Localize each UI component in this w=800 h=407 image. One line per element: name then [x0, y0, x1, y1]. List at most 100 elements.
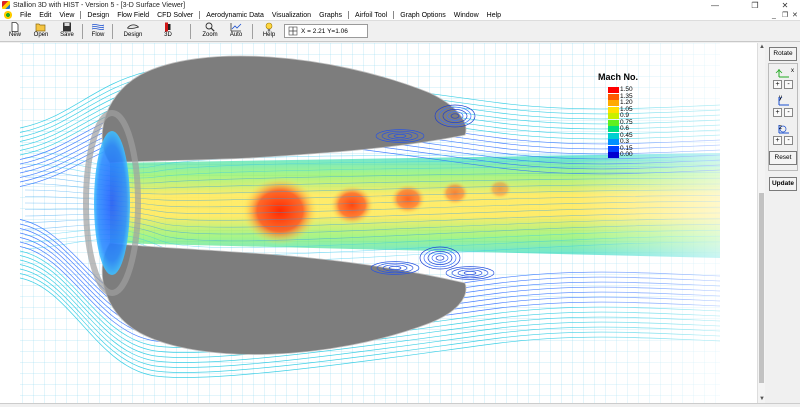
menu-help[interactable]: Help: [483, 10, 505, 21]
menu-bar: File Edit View Design Flow Field CFD Sol…: [0, 10, 800, 21]
auto-button[interactable]: Auto: [226, 22, 246, 41]
flow-button[interactable]: Flow: [88, 22, 108, 41]
zoom-button[interactable]: Zoom: [200, 22, 220, 41]
viewport-fade: [0, 43, 764, 403]
z-axis-control: z + -: [769, 123, 797, 147]
menu-file[interactable]: File: [16, 10, 35, 21]
vertical-scrollbar[interactable]: ▲ ▼: [757, 43, 765, 403]
x-axis-control: x + -: [769, 67, 797, 91]
minimize-button[interactable]: —: [700, 0, 730, 10]
y-axis-icon: [778, 96, 789, 106]
legend-swatch: [608, 106, 619, 113]
coordinate-readout: X = 2.21 Y=1.06: [284, 24, 368, 38]
z-axis-icon: [778, 125, 789, 134]
menu-cfd-solver[interactable]: CFD Solver: [153, 10, 197, 21]
crosshair-icon: [288, 26, 298, 36]
toolbar-separator: [252, 24, 253, 39]
legend-swatch: [608, 87, 619, 93]
legend-swatch: [608, 93, 619, 100]
legend-swatch: [608, 139, 619, 145]
design-label: Design: [123, 32, 143, 38]
mach-legend: Mach No. 1.50 1.35 1.20 1.05 0.9 0.75 0.6 0.45 0…: [598, 72, 648, 164]
save-button[interactable]: Save: [58, 22, 76, 41]
y-rotate-minus-button[interactable]: -: [784, 108, 793, 117]
legend-swatch: [608, 152, 619, 158]
scroll-up-arrow[interactable]: ▲: [758, 43, 766, 51]
menu-separator: [199, 11, 201, 19]
menu-graph-options[interactable]: Graph Options: [396, 10, 450, 21]
save-disk-icon: [63, 22, 71, 32]
menu-design[interactable]: Design: [83, 10, 113, 21]
flow-lines-icon: [92, 24, 104, 30]
application-window: Stallion 3D with HIST - Version 5 - [3-D…: [0, 0, 800, 407]
menu-flow-field[interactable]: Flow Field: [113, 10, 153, 21]
bottom-edge: [0, 403, 800, 407]
reset-button[interactable]: Reset: [769, 151, 797, 165]
update-button[interactable]: Update: [769, 177, 797, 191]
menu-graphs[interactable]: Graphs: [315, 10, 346, 21]
coordinate-text: X = 2.21 Y=1.06: [301, 27, 348, 35]
x-rotate-plus-button[interactable]: +: [773, 80, 782, 89]
rotate-button[interactable]: Rotate: [769, 47, 797, 61]
mdi-minimize-button[interactable]: _: [772, 10, 776, 21]
flow-label: Flow: [91, 32, 105, 38]
design-button[interactable]: Design: [120, 22, 146, 41]
z-axis-label: z: [779, 125, 782, 131]
new-button[interactable]: New: [6, 22, 24, 41]
new-file-icon: [11, 22, 19, 32]
maximize-button[interactable]: ❐: [740, 0, 770, 10]
new-label: New: [8, 32, 21, 38]
legend-title: Mach No.: [598, 72, 639, 82]
open-label: Open: [33, 32, 49, 38]
airfoil-design-icon: [127, 24, 139, 29]
auto-scale-icon: [230, 23, 242, 32]
surface-viewer-canvas[interactable]: Mach No. 1.50 1.35 1.20 1.05 0.9 0.75 0.6 0.45 0…: [0, 43, 765, 403]
open-button[interactable]: Open: [31, 22, 51, 41]
window-title: Stallion 3D with HIST - Version 5 - [3-D…: [13, 1, 186, 9]
three-d-label: 3D: [164, 32, 172, 38]
toolbar-separator: [82, 24, 83, 39]
z-rotate-minus-button[interactable]: -: [784, 136, 793, 145]
menu-view[interactable]: View: [55, 10, 78, 21]
mdi-close-button[interactable]: ✕: [792, 10, 798, 21]
toolbar-separator: [190, 24, 191, 39]
scroll-thumb[interactable]: [759, 193, 764, 383]
menu-airfoil-tool[interactable]: Airfoil Tool: [351, 10, 391, 21]
auto-label: Auto: [229, 32, 243, 38]
save-label: Save: [60, 32, 74, 38]
x-rotate-minus-button[interactable]: -: [784, 80, 793, 89]
scroll-down-arrow[interactable]: ▼: [758, 395, 766, 403]
legend-swatch: [608, 145, 619, 152]
menu-aerodynamic-data[interactable]: Aerodynamic Data: [202, 10, 268, 21]
legend-swatch: [608, 132, 619, 139]
legend-swatch: [608, 119, 619, 126]
menu-edit[interactable]: Edit: [35, 10, 55, 21]
menu-visualization[interactable]: Visualization: [268, 10, 315, 21]
magnifier-icon: [205, 22, 215, 32]
y-axis-label: y: [779, 95, 782, 101]
lightbulb-help-icon: [265, 22, 273, 32]
legend-swatch: [608, 126, 619, 132]
y-axis-control: y + -: [769, 95, 797, 119]
three-d-button[interactable]: 3D: [158, 22, 178, 41]
zoom-label: Zoom: [202, 32, 218, 38]
view-control-panel: Rotate x + - y + - z + - Reset Update: [766, 43, 800, 403]
mdi-restore-button[interactable]: ❐: [782, 10, 788, 21]
title-bar: Stallion 3D with HIST - Version 5 - [3-D…: [0, 0, 800, 10]
x-axis-icon: [775, 69, 789, 78]
help-label: Help: [262, 32, 276, 38]
y-rotate-plus-button[interactable]: +: [773, 108, 782, 117]
z-rotate-plus-button[interactable]: +: [773, 136, 782, 145]
menu-separator: [348, 11, 350, 19]
legend-swatch: [608, 100, 619, 106]
menu-window[interactable]: Window: [450, 10, 483, 21]
folder-open-icon: [35, 23, 46, 32]
toolbar: New Open Save Flow Design 3D Zoom Auto H…: [0, 21, 800, 42]
help-button[interactable]: Help: [260, 22, 278, 41]
legend-swatch: [608, 113, 619, 119]
toolbar-separator: [112, 24, 113, 39]
close-button[interactable]: ✕: [770, 0, 800, 10]
menu-separator: [393, 11, 395, 19]
legend-value: 0.00: [620, 151, 633, 158]
document-icon[interactable]: [4, 11, 12, 19]
